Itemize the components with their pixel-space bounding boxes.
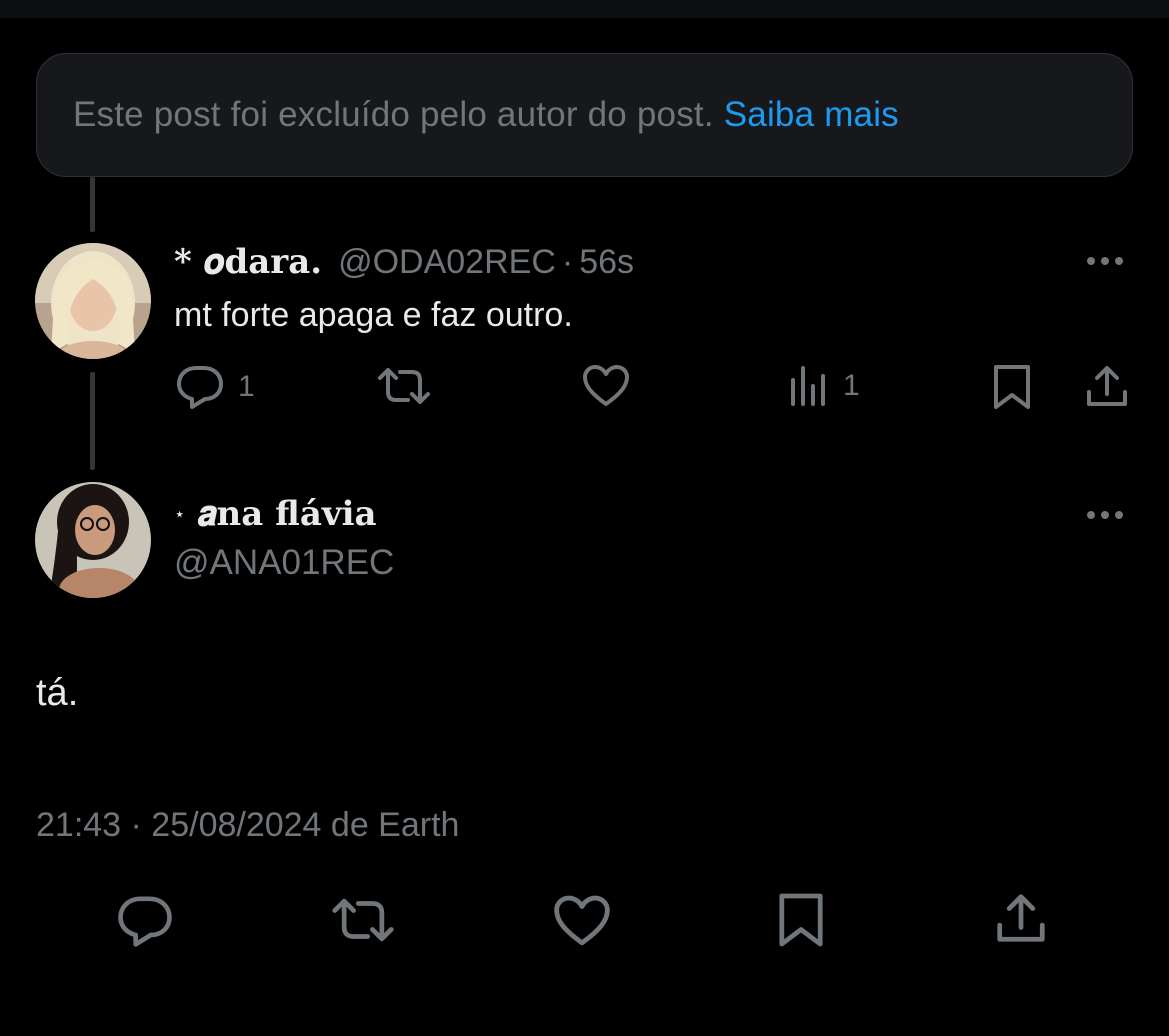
reply-header: * 𝒐dara. @ODA02REC · 56s (174, 242, 634, 282)
reply-share-button[interactable] (1085, 364, 1129, 408)
reply-text: mt forte apaga e faz outro. (174, 296, 573, 334)
speech-bubble-icon (118, 896, 172, 947)
reply-handle[interactable]: @ODA02REC (338, 243, 556, 282)
bookmark-icon (779, 893, 823, 947)
reply-count: 1 (238, 370, 255, 403)
main-share-button[interactable] (995, 892, 1047, 944)
main-post-display-name[interactable]: 𝒂na flávia (197, 494, 376, 534)
page: Este post foi excluído pelo autor do pos… (0, 0, 1169, 1036)
main-post-more-icon[interactable] (1087, 511, 1123, 519)
reply-time[interactable]: 56s (579, 243, 634, 282)
reply-like-button[interactable] (582, 364, 630, 408)
main-reply-button[interactable] (117, 894, 173, 948)
reply-reply-button[interactable]: 1 (176, 364, 255, 410)
top-bar (0, 0, 1169, 18)
reply-display-name[interactable]: * 𝒐dara. (174, 242, 322, 282)
thread-connector-top (90, 177, 95, 232)
separator-dot: · (561, 243, 574, 281)
main-bookmark-button[interactable] (777, 892, 825, 948)
share-upload-icon (997, 894, 1045, 942)
heart-icon (554, 895, 610, 946)
share-upload-icon (1087, 366, 1127, 406)
main-post-name-row: ⋆ 𝒂na flávia (174, 494, 377, 534)
main-post-timestamp[interactable]: 21:43 · 25/08/2024 de Earth (36, 806, 459, 845)
main-post-handle[interactable]: @ANA01REC (174, 543, 394, 583)
heart-icon (583, 365, 629, 406)
main-like-button[interactable] (553, 894, 611, 948)
repost-arrows-icon (332, 898, 394, 942)
reply-bookmark-button[interactable] (992, 364, 1032, 410)
reply-more-icon[interactable] (1087, 257, 1123, 265)
star-decoration: ⋆ (174, 503, 186, 524)
bookmark-icon (994, 365, 1030, 409)
reply-views-button[interactable]: 1 (789, 366, 860, 406)
repost-arrows-icon (378, 368, 430, 404)
main-post-text: tá. (36, 672, 79, 714)
avatar-ana[interactable] (35, 482, 151, 598)
avatar-odara[interactable] (35, 243, 151, 359)
learn-more-link[interactable]: Saiba mais (724, 95, 899, 135)
deleted-post-notice: Este post foi excluído pelo autor do pos… (36, 53, 1133, 177)
deleted-notice-text: Este post foi excluído pelo autor do pos… (73, 95, 714, 134)
main-repost-button[interactable] (330, 896, 396, 944)
bar-chart-icon (791, 366, 825, 406)
reply-repost-button[interactable] (376, 366, 432, 406)
views-count: 1 (843, 369, 860, 402)
thread-connector-middle (90, 372, 95, 470)
speech-bubble-icon (177, 366, 223, 409)
